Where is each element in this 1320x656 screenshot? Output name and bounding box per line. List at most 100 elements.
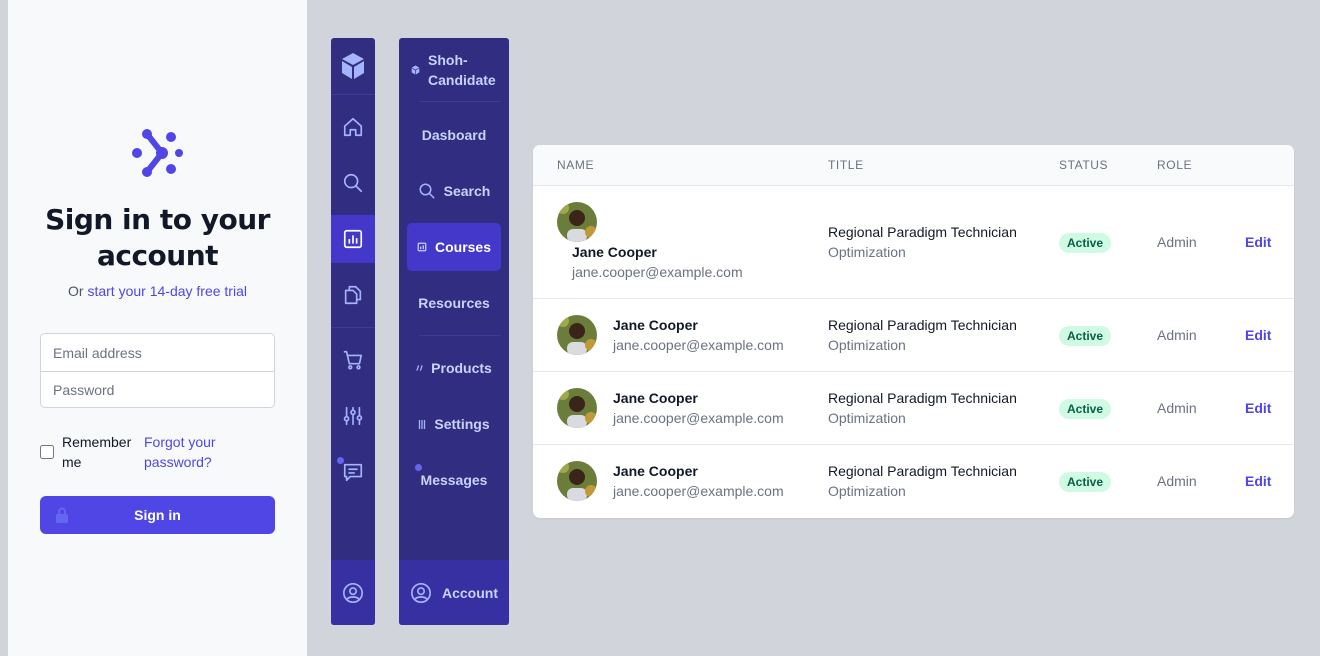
role: Admin [1157,327,1197,343]
signin-panel: Sign in to your account Or start your 14… [8,0,307,656]
department: Optimization [828,483,906,499]
status-badge: Active [1059,472,1112,492]
search-icon [419,183,435,199]
nav-item-courses[interactable]: Courses [407,223,501,271]
molecule-logo-icon [132,129,183,177]
nav-item-search[interactable]: Search [407,167,501,215]
cube-icon [411,65,420,75]
avatar [557,315,597,355]
role: Admin [1157,400,1197,416]
avatar-image [557,202,597,242]
column-header-name: NAME [557,158,595,172]
avatar-image [557,461,597,501]
table-row: Jane Cooper jane.cooper@example.com Regi… [533,186,1294,299]
table-header: NAME TITLE STATUS ROLE [533,145,1294,186]
sign-in-button[interactable]: Sign in [40,496,275,534]
person-name: Jane Cooper [572,244,657,260]
tag-icon [416,365,423,371]
sidebar-item-documents[interactable] [331,271,375,319]
sidebar-item-charts[interactable] [331,215,375,263]
notification-dot [337,457,344,464]
sidebar-item-home[interactable] [331,103,375,151]
page-title: Sign in to your account [45,203,270,272]
avatar [557,388,597,428]
lock-icon [56,507,68,523]
account-button[interactable]: Account [399,560,509,625]
forgot-password-link[interactable]: Forgot your password? [144,432,254,472]
table-row: Jane Cooper jane.cooper@example.com Regi… [533,445,1294,518]
divider [419,335,501,336]
account-label: Account [442,584,498,601]
column-header-title: TITLE [828,158,864,172]
user-circle-icon [343,582,363,603]
signin-subtitle: Or start your 14-day free trial [68,283,247,299]
person-name: Jane Cooper [613,390,698,406]
cart-icon [343,350,363,370]
divider [419,101,501,102]
sidebar-item-search[interactable] [331,159,375,207]
chart-bar-icon [343,229,363,249]
edit-link[interactable]: Edit [1245,234,1271,250]
users-table: NAME TITLE STATUS ROLE Jane Cooper jane.… [533,145,1294,518]
person-email: jane.cooper@example.com [613,483,784,499]
search-icon [343,173,363,193]
sidebar-item-cart[interactable] [331,336,375,384]
free-trial-link[interactable]: start your 14-day free trial [87,283,247,299]
department: Optimization [828,410,906,426]
job-title: Regional Paradigm Technician [828,390,1017,406]
remember-me-label[interactable]: Remember me [62,432,134,472]
person-email: jane.cooper@example.com [572,264,743,280]
person-name: Jane Cooper [613,463,698,479]
nav-item-resources[interactable]: Resources [407,279,501,327]
avatar [557,202,597,242]
brand-name: Shoh-Candidate [428,52,496,88]
remember-me-group: Remember me [40,432,134,472]
brand[interactable]: Shoh-Candidate [411,50,498,90]
person-email: jane.cooper@example.com [613,410,784,426]
cube-icon [342,53,364,79]
icon-sidebar [331,38,375,625]
status-badge: Active [1059,399,1112,419]
divider [331,94,375,95]
credentials-group [40,333,275,408]
nav-item-settings[interactable]: Settings [407,400,501,448]
nav-item-label: Messages [420,472,488,488]
copy-icon [344,285,362,305]
avatar-image [557,315,597,355]
column-header-status: STATUS [1059,158,1109,172]
nav-item-label: Products [431,360,492,376]
edit-link[interactable]: Edit [1245,327,1271,343]
edit-link[interactable]: Edit [1245,473,1271,489]
sidebar-item-account[interactable] [331,560,375,625]
chat-icon [343,463,363,482]
person-email: jane.cooper@example.com [613,337,784,353]
sidebar-item-settings[interactable] [331,392,375,440]
sidebar-item-messages[interactable] [331,448,375,496]
remember-me-checkbox[interactable] [40,445,54,459]
email-field[interactable] [41,334,274,371]
sliders-icon [419,419,426,429]
edit-link[interactable]: Edit [1245,400,1271,416]
nav-item-products[interactable]: Products [407,344,501,392]
table-row: Jane Cooper jane.cooper@example.com Regi… [533,299,1294,372]
password-field[interactable] [41,371,274,408]
divider [331,327,375,328]
job-title: Regional Paradigm Technician [828,463,1017,479]
table-row: Jane Cooper jane.cooper@example.com Regi… [533,372,1294,445]
department: Optimization [828,337,906,353]
user-circle-icon [411,582,431,603]
nav-item-label: Dasboard [421,127,487,143]
role: Admin [1157,234,1197,250]
sidebar-logo[interactable] [331,42,375,90]
nav-item-messages[interactable]: Messages [407,456,501,504]
home-icon [343,117,363,137]
sign-in-label: Sign in [134,507,181,523]
avatar-image [557,388,597,428]
nav-sidebar: Shoh-Candidate Dasboard Search Courses R… [399,38,509,625]
job-title: Regional Paradigm Technician [828,224,1017,240]
status-badge: Active [1059,233,1112,253]
nav-item-label: Courses [434,239,492,255]
nav-item-dashboard[interactable]: Dasboard [407,111,501,159]
chart-icon [417,242,427,252]
nav-item-label: Resources [418,295,490,311]
